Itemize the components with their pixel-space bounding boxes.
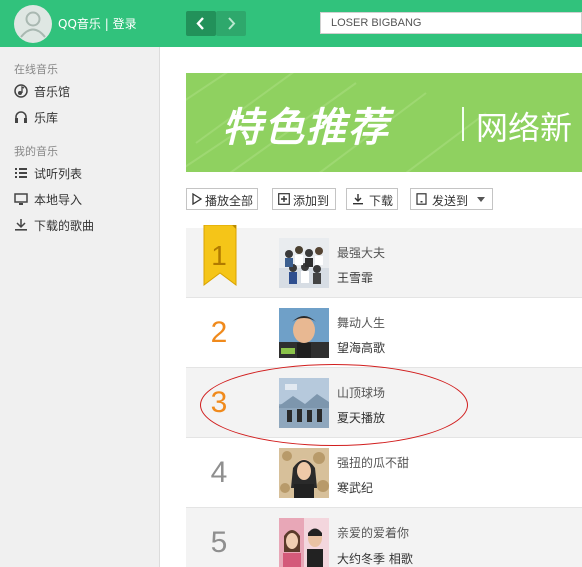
song-title[interactable]: 强扭的瓜不甜: [337, 454, 409, 471]
song-title[interactable]: 舞动人生: [337, 314, 385, 331]
featured-banner[interactable]: 特色推荐 网络新: [186, 73, 582, 172]
sidebar-item-local-import[interactable]: 本地导入: [14, 190, 154, 210]
sidebar-item-label: 下载的歌曲: [34, 219, 95, 233]
song-title[interactable]: 山顶球场: [337, 384, 385, 401]
song-artist[interactable]: 寒武纪: [337, 479, 373, 496]
rank-number: 2: [210, 316, 228, 349]
banner-subtitle: 网络新: [476, 109, 573, 147]
sidebar-item-library[interactable]: 乐库: [14, 108, 154, 128]
headphones-icon: [15, 111, 27, 123]
chevron-down-icon: [477, 197, 485, 202]
section-my-music: 我的音乐: [14, 145, 58, 158]
song-title[interactable]: 最强大夫: [337, 244, 385, 261]
album-cover[interactable]: [279, 238, 329, 288]
send-to-button[interactable]: 发送到: [410, 188, 493, 210]
song-artist[interactable]: 夏天播放: [337, 409, 385, 426]
add-to-label: 添加到: [293, 194, 330, 208]
monitor-icon: [14, 193, 28, 205]
chevron-left-icon: [196, 17, 204, 30]
download-label: 下载: [369, 194, 394, 208]
main-content: 特色推荐 网络新 播放全部 添加到 下载 发送到 1 最强大夫 王雪霏 2 舞动…: [160, 47, 582, 567]
add-to-button[interactable]: 添加到: [272, 188, 336, 210]
sidebar-item-label: 本地导入: [34, 193, 83, 207]
album-cover[interactable]: [279, 518, 329, 567]
top-bar: QQ音乐 | 登录 LOSER BIGBANG: [0, 0, 582, 47]
download-button[interactable]: 下载: [346, 188, 398, 210]
search-input[interactable]: LOSER BIGBANG: [320, 12, 582, 34]
sidebar-item-play-list[interactable]: 试听列表: [14, 164, 154, 184]
download-icon: [15, 219, 27, 231]
device-icon: [416, 193, 427, 205]
song-row-2[interactable]: 2 舞动人生 望海高歌: [186, 298, 582, 368]
chevron-right-icon: [228, 17, 236, 30]
song-artist[interactable]: 大约冬季 相歌: [337, 550, 413, 567]
play-all-label: 播放全部: [205, 194, 254, 208]
sidebar-item-downloads[interactable]: 下载的歌曲: [14, 216, 154, 236]
rank-number: 5: [210, 526, 228, 559]
banner-title: 特色推荐: [222, 104, 390, 151]
send-to-label: 发送到: [432, 194, 469, 208]
song-artist[interactable]: 王雪霏: [337, 269, 373, 286]
banner-divider: [462, 107, 464, 141]
album-cover[interactable]: [279, 308, 329, 358]
song-artist[interactable]: 望海高歌: [337, 339, 385, 356]
rank-number: 4: [210, 456, 228, 489]
sidebar-item-label: 音乐馆: [34, 85, 71, 99]
rank-number: 3: [210, 386, 228, 419]
song-row-1[interactable]: 1 最强大夫 王雪霏: [186, 225, 582, 298]
play-all-button[interactable]: 播放全部: [186, 188, 258, 210]
song-title[interactable]: 亲爱的爱着你: [337, 524, 409, 541]
album-cover[interactable]: [279, 378, 329, 428]
section-online-music: 在线音乐: [14, 63, 58, 76]
song-row-4[interactable]: 4 强扭的瓜不甜 寒武纪: [186, 438, 582, 508]
sidebar-item-label: 试听列表: [34, 167, 83, 181]
rank-number: 1: [211, 240, 227, 271]
back-button[interactable]: [186, 11, 216, 36]
download-icon: [353, 194, 363, 205]
album-cover[interactable]: [279, 448, 329, 498]
sidebar-item-music-hall[interactable]: 音乐馆: [14, 82, 154, 102]
forward-button[interactable]: [216, 11, 246, 36]
song-row-3[interactable]: 3 山顶球场 夏天播放: [186, 368, 582, 438]
sidebar-item-label: 乐库: [34, 111, 59, 125]
user-avatar-icon[interactable]: [14, 5, 52, 43]
music-hall-icon: [14, 84, 28, 98]
sidebar: 在线音乐 音乐馆 乐库 我的音乐 试听列表 本地导入 下载的歌曲: [0, 47, 160, 567]
list-icon: [15, 168, 27, 178]
song-row-5[interactable]: 5 亲爱的爱着你 大约冬季 相歌: [186, 508, 582, 567]
play-icon: [192, 193, 202, 205]
add-icon: [278, 193, 290, 205]
app-title-login[interactable]: QQ音乐 | 登录: [58, 15, 137, 32]
